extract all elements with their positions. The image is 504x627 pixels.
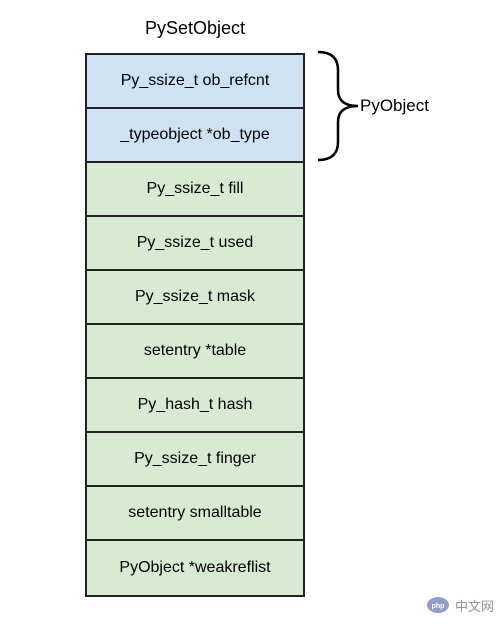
field-finger: Py_ssize_t finger	[87, 433, 303, 487]
diagram-container: PySetObject Py_ssize_t ob_refcnt _typeob…	[0, 0, 504, 597]
field-ob-type: _typeobject *ob_type	[87, 109, 303, 163]
field-fill: Py_ssize_t fill	[87, 163, 303, 217]
field-table: setentry *table	[87, 325, 303, 379]
field-used: Py_ssize_t used	[87, 217, 303, 271]
field-hash: Py_hash_t hash	[87, 379, 303, 433]
field-weakreflist: PyObject *weakreflist	[87, 541, 303, 595]
watermark: php 中文网	[426, 593, 494, 617]
field-mask: Py_ssize_t mask	[87, 271, 303, 325]
struct-title: PySetObject	[85, 18, 305, 39]
php-logo-icon: php	[426, 593, 450, 617]
struct-box: Py_ssize_t ob_refcnt _typeobject *ob_typ…	[85, 53, 305, 597]
watermark-text: 中文网	[455, 596, 494, 615]
brace-label: PyObject	[360, 96, 429, 116]
field-smalltable: setentry smalltable	[87, 487, 303, 541]
field-ob-refcnt: Py_ssize_t ob_refcnt	[87, 55, 303, 109]
svg-text:php: php	[432, 603, 445, 610]
